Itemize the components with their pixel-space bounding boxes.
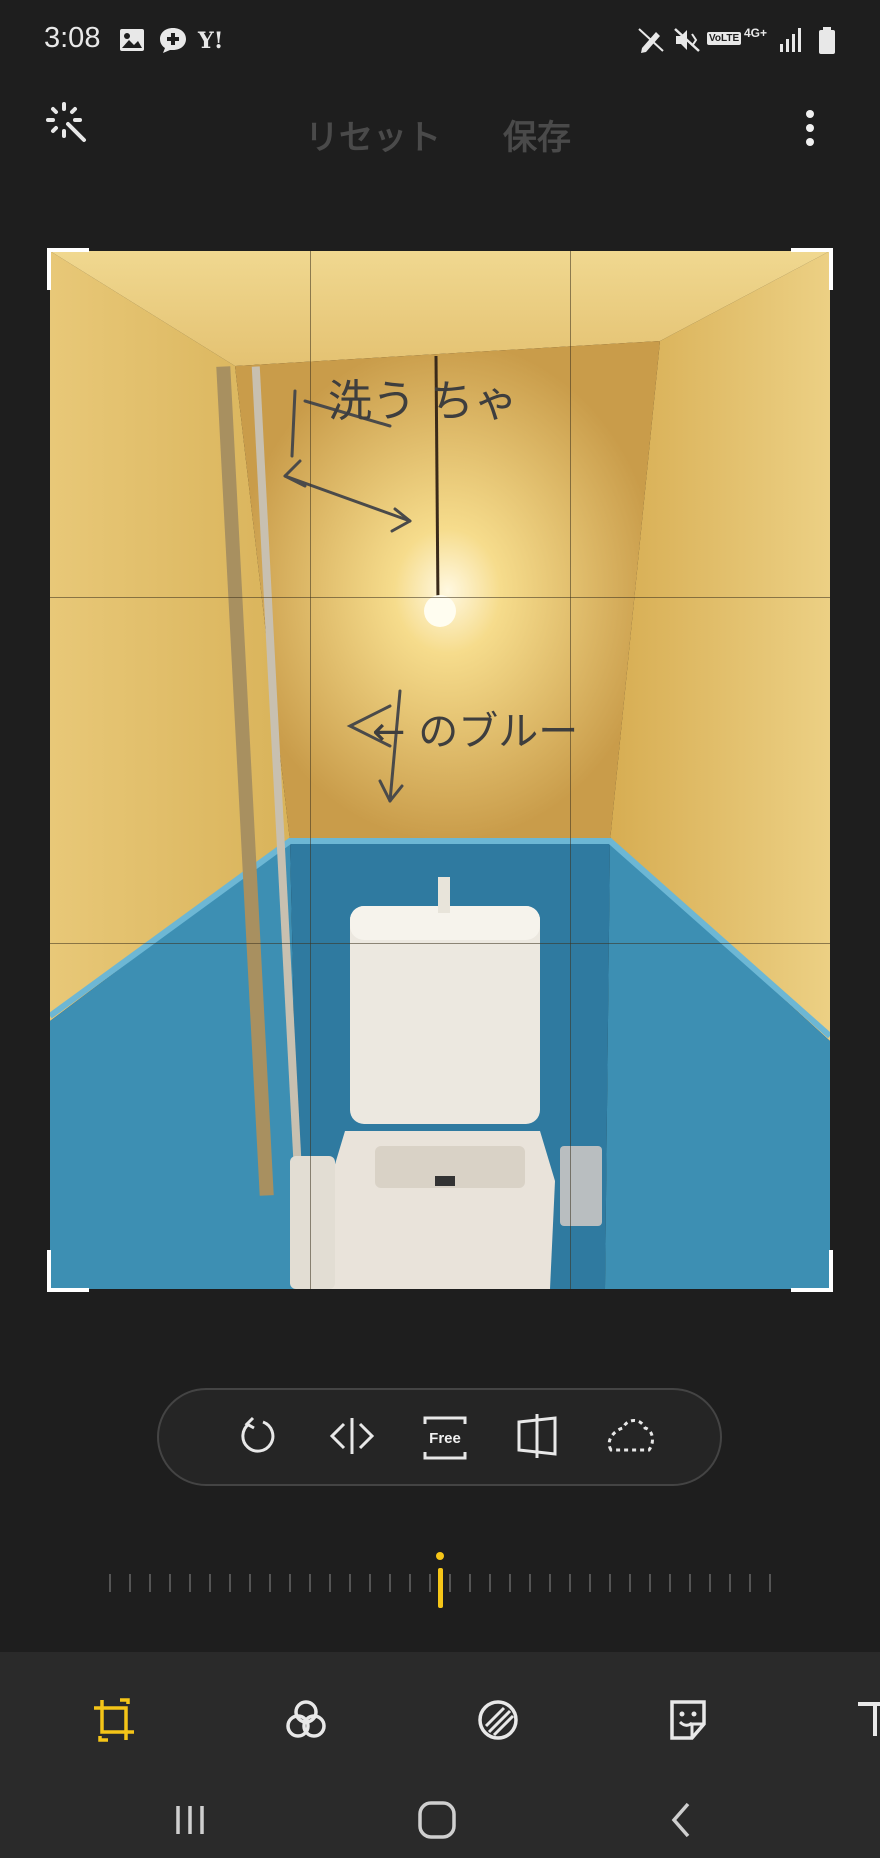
handwriting-mid: ← のブルー [372,709,578,755]
filters-icon [282,1696,330,1748]
tone-icon [474,1696,522,1748]
lasso-button[interactable] [602,1410,658,1466]
sticker-icon [664,1696,712,1748]
edit-pen-icon [636,26,666,58]
volte-icon: VoLTE [707,32,742,45]
handwriting-top: 洗う ちゃ [328,376,518,427]
mute-vibrate-icon [672,26,702,58]
yahoo-icon: Y! [198,28,224,54]
more-vert-icon[interactable] [800,108,820,152]
aspect-free-button[interactable]: Free [417,1410,473,1466]
crop-rotate-icon [90,1696,138,1748]
nav-back-button[interactable] [652,1792,712,1852]
crop-handle-bottom-left[interactable] [47,1250,89,1292]
text-icon [852,1696,880,1748]
crop-grid-line [570,251,571,1289]
crop-grid-line [310,251,311,1289]
crop-handle-top-left[interactable] [47,248,89,290]
toilet-photo: 洗う ちゃ ← のブルー [50,251,830,1289]
free-label: Free [429,1429,461,1447]
straighten-ruler[interactable] [100,1548,780,1618]
bottom-bar [0,1652,880,1858]
save-button[interactable]: 保存 [503,110,571,159]
signal-icon [778,26,804,58]
flip-button[interactable] [324,1410,380,1466]
ruler-ticks [109,1552,771,1608]
crop-grid-line [50,943,830,944]
tab-text[interactable] [852,1694,880,1750]
status-bar: 3:08 Y! VoLTE 4G+ [0,0,880,86]
auto-adjust-icon[interactable] [44,100,90,150]
crop-handle-top-right[interactable] [791,248,833,290]
back-icon [662,1800,702,1844]
lasso-icon [605,1416,655,1460]
crop-tools-bar: Free [157,1388,722,1486]
battery-icon [816,26,838,60]
nav-home-button[interactable] [407,1792,467,1852]
perspective-icon [515,1414,559,1462]
crop-handle-bottom-right[interactable] [791,1250,833,1292]
reset-button[interactable]: リセット [305,110,441,159]
chat-plus-icon [158,26,188,58]
photo-canvas[interactable]: 洗う ちゃ ← のブルー [50,251,830,1289]
tab-filters[interactable] [278,1694,334,1750]
rotate-icon [235,1414,279,1462]
perspective-button[interactable] [509,1410,565,1466]
top-action-bar: リセット 保存 [0,86,880,176]
nav-recents-button[interactable] [160,1792,220,1852]
tab-stickers[interactable] [660,1694,716,1750]
recents-icon [170,1800,210,1844]
rotate-button[interactable] [229,1410,285,1466]
tab-tone[interactable] [470,1694,526,1750]
home-icon [415,1798,459,1846]
status-time: 3:08 [44,22,101,54]
image-icon [118,26,146,58]
tab-crop-rotate[interactable] [86,1694,142,1750]
flip-icon [328,1414,376,1462]
4g-plus-icon: 4G+ [744,26,768,40]
crop-grid-line [50,597,830,598]
